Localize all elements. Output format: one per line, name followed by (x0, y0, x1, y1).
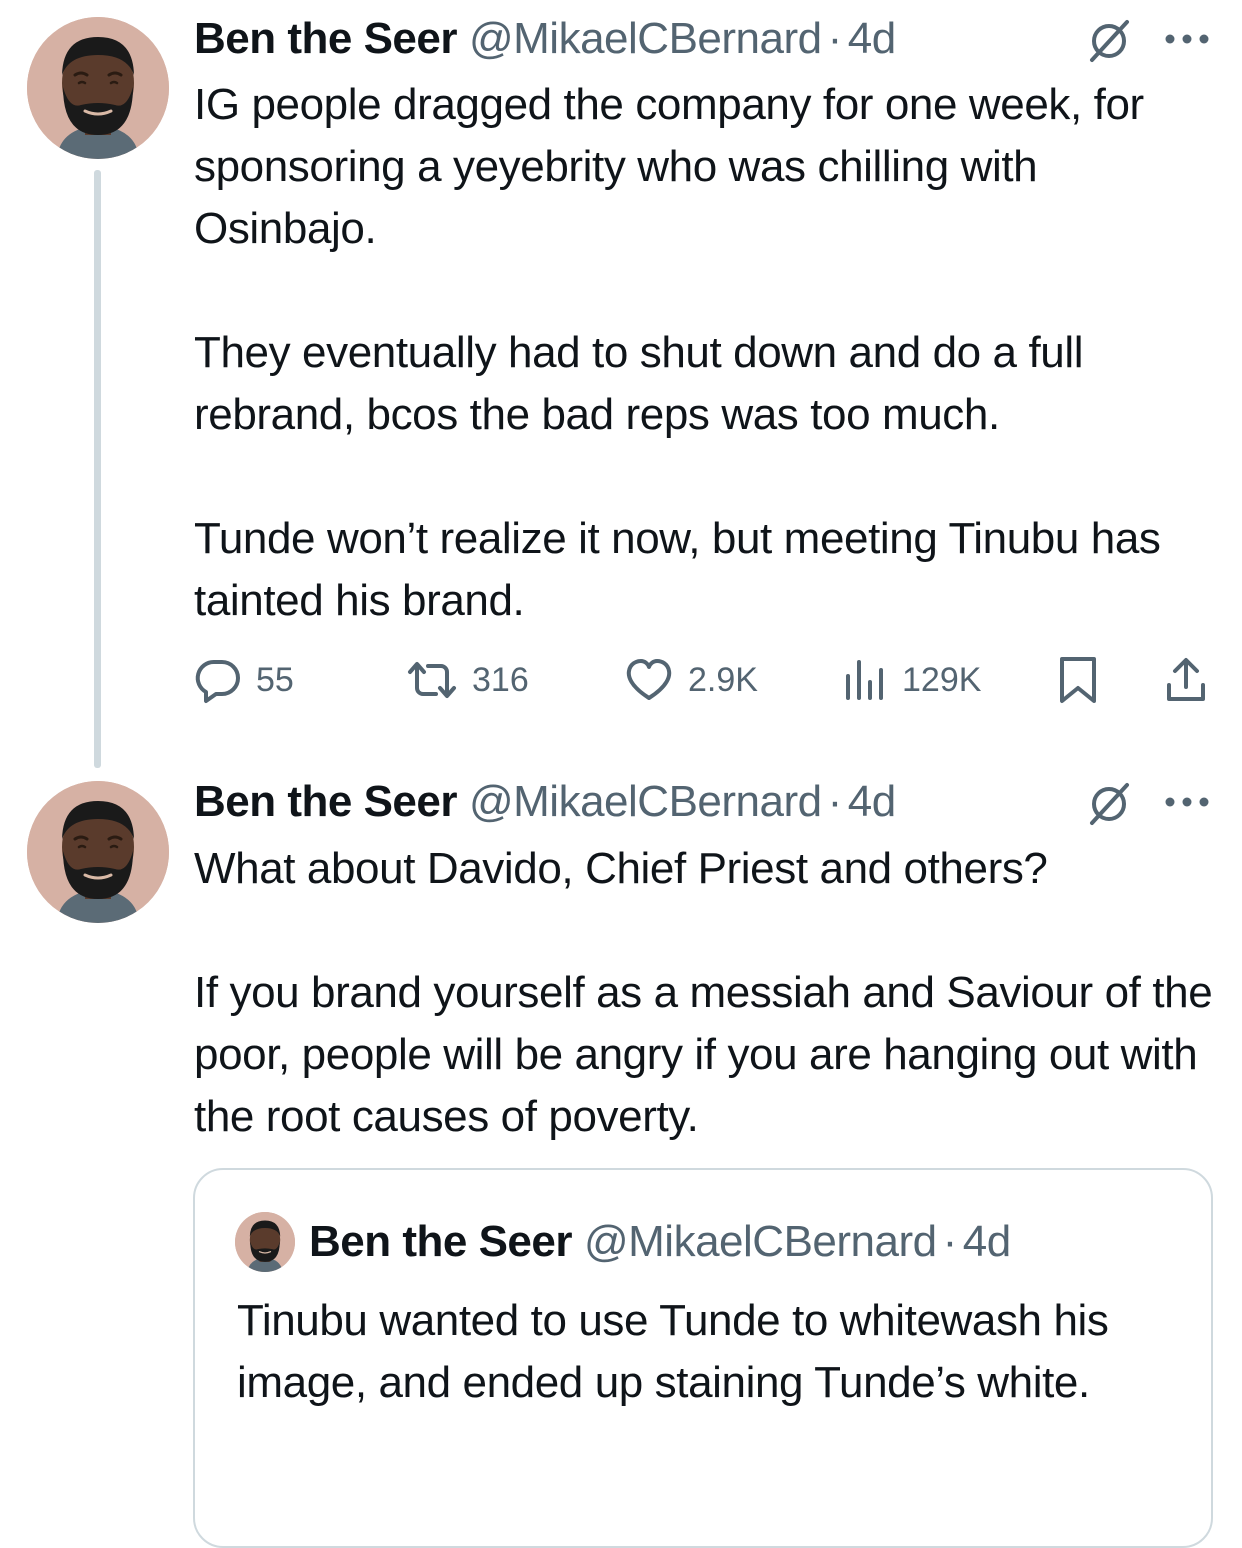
author-avatar[interactable] (27, 781, 169, 923)
avatar-image (27, 781, 169, 923)
repost-icon (408, 662, 456, 698)
quoted-tweet-timestamp: 4d (962, 1217, 1011, 1266)
quoted-tweet-card[interactable]: Ben the Seer @MikaelCBernard · 4d Tinubu… (193, 1168, 1213, 1548)
tweet-header: Ben the Seer @MikaelCBernard · 4d (194, 776, 896, 828)
separator-dot: · (827, 777, 843, 826)
tweet-text: IG people dragged the company for one we… (194, 74, 1224, 632)
author-name[interactable]: Ben the Seer (194, 14, 457, 64)
like-button[interactable]: 2.9K (624, 652, 758, 708)
like-count: 2.9K (688, 660, 758, 699)
author-avatar[interactable] (27, 17, 169, 159)
repost-count: 316 (472, 660, 529, 699)
tweet-timestamp[interactable]: 4d (848, 777, 896, 827)
author-handle[interactable]: @MikaelCBernard (469, 14, 822, 64)
quoted-author-avatar (235, 1212, 295, 1272)
tweet-paragraph: If you brand yourself as a messiah and S… (194, 968, 1213, 1141)
reply-icon (195, 659, 240, 703)
more-icon[interactable] (1163, 32, 1211, 46)
tweet-paragraph: What about Davido, Chief Priest and othe… (194, 844, 1048, 893)
quoted-author-handle: @MikaelCBernard (583, 1217, 937, 1266)
tweet-paragraph: IG people dragged the company for one we… (194, 80, 1144, 253)
quoted-tweet-header: Ben the Seer @MikaelCBernard · 4d (309, 1216, 1011, 1268)
author-handle[interactable]: @MikaelCBernard (469, 777, 822, 827)
tweet-timestamp[interactable]: 4d (848, 14, 896, 64)
author-name[interactable]: Ben the Seer (194, 777, 457, 827)
reply-button[interactable]: 55 (194, 652, 294, 708)
tweet-paragraph: They eventually had to shut down and do … (194, 328, 1084, 439)
tweet-action-bar: 55 316 2.9K 129K (194, 652, 1214, 708)
bookmark-icon (1060, 657, 1096, 703)
tweet-header: Ben the Seer @MikaelCBernard · 4d (194, 13, 896, 65)
thread-connector-line (94, 170, 101, 768)
views-button[interactable]: 129K (842, 652, 981, 708)
views-chart-icon (846, 660, 883, 700)
tweet-paragraph: Tunde won’t realize it now, but meeting … (194, 514, 1161, 625)
share-icon (1167, 658, 1205, 701)
bookmark-button[interactable] (1056, 652, 1114, 708)
repost-button[interactable]: 316 (406, 652, 529, 708)
heart-icon (626, 659, 672, 700)
quoted-author-name: Ben the Seer (309, 1217, 572, 1266)
tweet-text: What about Davido, Chief Priest and othe… (194, 838, 1224, 1148)
avatar-image (235, 1212, 295, 1272)
separator-dot: · (942, 1217, 958, 1266)
separator-dot: · (827, 14, 843, 63)
view-count: 129K (902, 660, 982, 699)
reply-count: 55 (256, 660, 294, 699)
avatar-image (27, 17, 169, 159)
share-button[interactable] (1164, 652, 1222, 708)
more-icon[interactable] (1163, 795, 1211, 809)
quoted-tweet-text: Tinubu wanted to use Tunde to whitewash … (237, 1296, 1109, 1407)
grok-icon[interactable] (1085, 779, 1135, 829)
grok-icon[interactable] (1085, 16, 1135, 66)
